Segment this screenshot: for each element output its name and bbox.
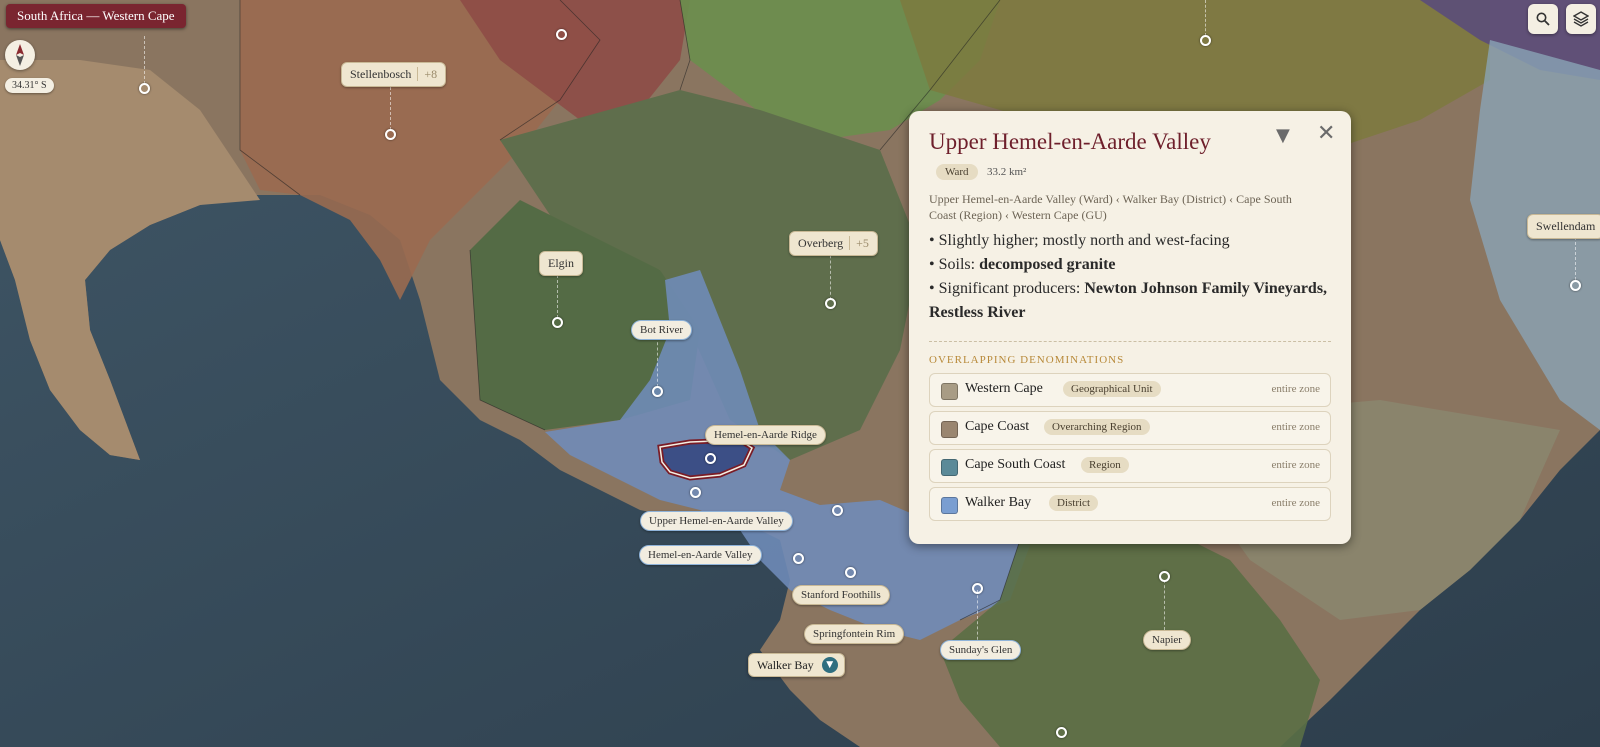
divider [929,341,1331,342]
map-marker[interactable] [1056,727,1067,738]
region-title-chip[interactable]: South Africa — Western Cape [6,4,186,28]
bullet-soils: • Soils: decomposed granite [929,253,1329,277]
compass-needle-icon [16,44,24,66]
map-marker[interactable] [825,298,836,309]
map-marker[interactable] [793,553,804,564]
overlap-tag: Region [1081,457,1129,473]
overlap-coverage: entire zone [1271,459,1320,471]
map-marker[interactable] [556,29,567,40]
label-napier[interactable]: Napier [1143,630,1191,650]
label-stellenbosch[interactable]: Stellenbosch +8 [341,62,447,87]
chevron-down-icon[interactable]: ▼ [821,657,838,673]
bullet-soils-value: decomposed granite [979,256,1116,273]
bullet-soils-prefix: • Soils: [929,256,980,273]
label-overberg-more: +5 [849,236,869,250]
search-button[interactable] [1528,4,1558,34]
overlap-tag: Geographical Unit [1063,381,1161,397]
overlap-name: Cape South Coast [965,457,1066,472]
overlap-name: Walker Bay [965,495,1032,510]
map-marker[interactable] [1159,571,1170,582]
label-stem [390,82,391,130]
map-marker[interactable] [845,567,856,578]
overlap-name: Western Cape [965,381,1043,396]
label-stem [1164,580,1165,630]
color-swatch [941,383,958,400]
type-badge: Ward [936,164,978,180]
area-value: 33.2 km² [987,166,1027,178]
compass-button[interactable] [5,40,35,70]
overlap-row[interactable]: Cape Coast Overarching Region entire zon… [929,411,1331,445]
map-marker[interactable] [652,386,663,397]
info-panel: Upper Hemel-en-Aarde Valley ▼ ✕ Ward 33.… [909,111,1351,544]
bullet-aspect: • Slightly higher; mostly north and west… [929,232,1230,249]
label-swellendam[interactable]: Swellendam [1527,214,1600,239]
map-marker[interactable] [552,317,563,328]
overlap-coverage: entire zone [1271,421,1320,433]
label-overberg[interactable]: Overberg +5 [789,231,878,256]
map-marker[interactable] [1570,280,1581,291]
latitude-readout: 34.31° S [5,78,54,93]
map-marker[interactable] [139,83,150,94]
label-stem [1575,232,1576,280]
layers-icon [1573,11,1589,27]
map-marker[interactable] [1200,35,1211,46]
map-marker[interactable] [972,583,983,594]
hierarchy-breadcrumb: Upper Hemel-en-Aarde Valley (Ward) ‹ Wal… [929,192,1292,222]
label-bot-river[interactable]: Bot River [631,320,693,340]
map-marker[interactable] [832,505,843,516]
layers-button[interactable] [1566,4,1596,34]
map-canvas[interactable] [0,0,1600,747]
overlap-name: Cape Coast [965,419,1030,434]
walker-bay-label: Walker Bay [757,657,814,672]
map-marker[interactable] [385,129,396,140]
overlap-tag: District [1049,495,1098,511]
label-hemel-valley[interactable]: Hemel-en-Aarde Valley [639,545,762,565]
label-elgin[interactable]: Elgin [539,251,583,276]
description-list: • Slightly higher; mostly north and west… [929,229,1329,325]
label-stem [144,36,145,84]
label-hemel-ridge[interactable]: Hemel-en-Aarde Ridge [705,425,826,445]
label-springfontein[interactable]: Springfontein Rim [804,624,905,644]
label-stem [557,270,558,318]
overlap-tag: Overarching Region [1044,419,1150,435]
bullet-producers: • Significant producers: Newton Johnson … [929,277,1329,325]
search-icon [1536,12,1550,26]
label-sundays-glen[interactable]: Sunday's Glen [940,640,1022,660]
overlap-heading: OVERLAPPING DENOMINATIONS [929,354,1125,366]
label-stem [1205,0,1206,36]
label-stellenbosch-name: Stellenbosch [350,67,412,81]
collapse-icon[interactable]: ▼ [1276,125,1290,146]
label-stem [977,590,978,645]
close-icon[interactable]: ✕ [1317,121,1335,146]
map-marker[interactable] [690,487,701,498]
overlap-row[interactable]: Walker Bay District entire zone [929,487,1331,521]
overlap-coverage: entire zone [1271,497,1320,509]
label-overberg-name: Overberg [798,236,844,250]
color-swatch [941,421,958,438]
panel-title: Upper Hemel-en-Aarde Valley [929,129,1211,154]
overlap-row[interactable]: Cape South Coast Region entire zone [929,449,1331,483]
overlap-row[interactable]: Western Cape Geographical Unit entire zo… [929,373,1331,407]
bullet-producers-prefix: • Significant producers: [929,280,1085,297]
label-stellenbosch-more: +8 [417,67,438,81]
label-upper-hemel[interactable]: Upper Hemel-en-Aarde Valley [640,511,793,531]
overlap-coverage: entire zone [1271,383,1320,395]
color-swatch [941,497,958,514]
label-stem [830,250,831,300]
color-swatch [941,459,958,476]
label-stem [657,337,658,387]
label-stanford[interactable]: Stanford Foothills [792,585,890,605]
walker-bay-dropdown[interactable]: Walker Bay ▼ [748,653,845,677]
map-marker[interactable] [705,453,716,464]
